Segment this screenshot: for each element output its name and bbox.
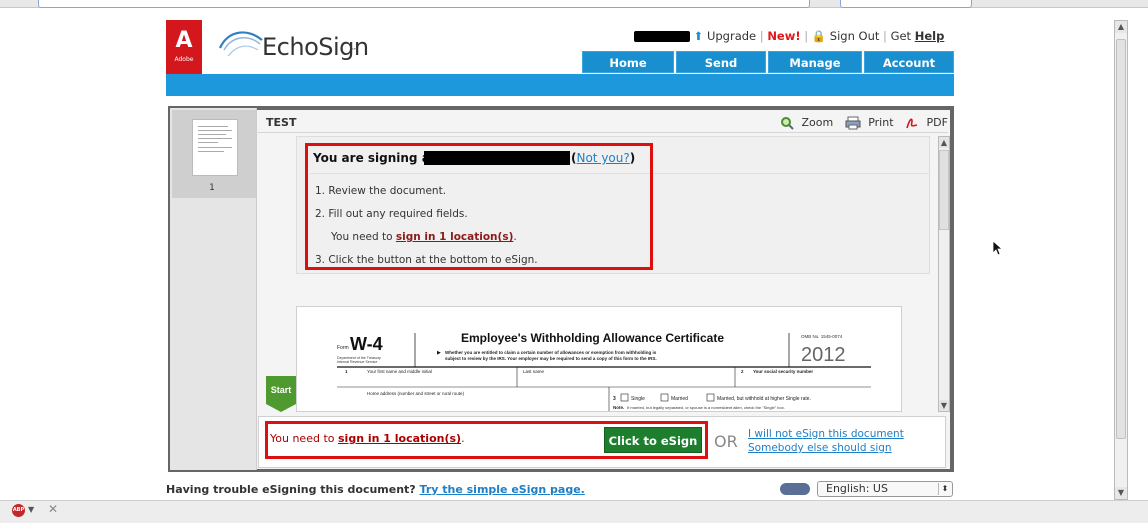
start-tag-label: Start <box>271 385 292 395</box>
zoom-icon[interactable] <box>780 116 794 130</box>
scroll-down-icon[interactable]: ▼ <box>1115 487 1127 499</box>
translate-icon <box>780 483 810 495</box>
w4-married: Married <box>671 396 688 402</box>
w4-form-render: Form W-4 Department of the Treasury Inte… <box>337 331 871 411</box>
w4-omb: OMB No. 1545-0074 <box>801 334 843 339</box>
scroll-up-icon[interactable]: ▲ <box>1115 21 1127 33</box>
start-tag[interactable]: Start <box>266 376 296 412</box>
pdf-icon[interactable] <box>905 116 919 130</box>
trademark-mark: ™ <box>351 47 358 55</box>
simple-esign-link[interactable]: Try the simple eSign page. <box>420 483 585 496</box>
document-scrollbar-thumb[interactable] <box>939 150 949 230</box>
viewer-toolbar: Zoom Print PDF <box>780 116 948 130</box>
svg-text:▶: ▶ <box>437 350 441 356</box>
lock-icon: 🔒 <box>811 29 827 43</box>
doc-scroll-up-icon[interactable]: ▲ <box>939 137 949 148</box>
esign-highlight-box <box>265 421 708 459</box>
nav-tab-send[interactable]: Send <box>676 51 766 73</box>
nav-tab-manage[interactable]: Manage <box>768 51 862 73</box>
w4-line2: subject to review by the IRS. Your emplo… <box>445 356 657 361</box>
adblock-dropdown-icon[interactable]: ▼ <box>28 505 34 514</box>
w4-year: 2012 <box>801 344 846 366</box>
upgrade-arrow-icon: ⬆ <box>693 29 704 43</box>
nav-tab-home[interactable]: Home <box>582 51 674 73</box>
document-scrollbar[interactable]: ▲ ▼ <box>938 136 950 412</box>
new-link[interactable]: New! <box>767 29 800 43</box>
w4-form-code: W-4 <box>350 334 383 354</box>
or-separator: OR <box>714 432 738 451</box>
delegate-signer-link[interactable]: Somebody else should sign <box>748 441 904 455</box>
redacted-username <box>634 31 690 42</box>
echosign-swoosh-icon <box>218 31 263 57</box>
w4-title: Employee's Withholding Allowance Certifi… <box>461 331 724 345</box>
w4-married-higher: Married, but withhold at higher Single r… <box>717 396 811 402</box>
sign-out-link[interactable]: Sign Out <box>830 29 880 43</box>
pdf-button[interactable]: PDF <box>927 116 948 129</box>
print-button[interactable]: Print <box>868 116 893 129</box>
mouse-cursor-icon <box>992 240 1004 256</box>
close-icon[interactable]: ✕ <box>48 502 58 516</box>
page-scrollbar[interactable]: ▲ ▼ <box>1114 20 1128 500</box>
adblock-icon[interactable]: ABP <box>12 504 25 517</box>
w4-form-label: Form <box>337 345 349 351</box>
print-icon[interactable] <box>845 116 861 130</box>
select-caret-icon: ⬍ <box>938 483 951 495</box>
thumbnail-page-number: 1 <box>209 183 215 193</box>
w4-field1: Your first name and middle initial <box>367 369 432 374</box>
address-bar[interactable] <box>38 0 810 8</box>
w4-last-name: Last name <box>523 369 545 374</box>
toolbar-divider <box>256 132 948 133</box>
w4-irs: Internal Revenue Service <box>337 360 377 364</box>
adobe-logo[interactable]: A Adobe <box>166 20 202 75</box>
doc-scroll-down-icon[interactable]: ▼ <box>939 400 949 411</box>
w4-home-address: Home address (number and street or rural… <box>367 391 465 396</box>
header-blue-bar <box>166 74 954 96</box>
w4-note: If married, but legally separated, or sp… <box>627 405 785 410</box>
get-label: Get <box>890 29 912 43</box>
decline-esign-link[interactable]: I will not eSign this document <box>748 427 904 441</box>
w4-line1: Whether you are entitled to claim a cert… <box>445 350 657 355</box>
document-page[interactable]: Form W-4 Department of the Treasury Inte… <box>296 306 902 412</box>
w4-field3-num: 3 <box>613 396 616 402</box>
help-link[interactable]: Help <box>915 29 945 43</box>
w4-field2: Your social security number <box>753 369 813 374</box>
nav-tab-account[interactable]: Account <box>864 51 954 73</box>
browser-status-bar <box>0 500 1148 523</box>
top-links: ⬆ Upgrade | New! | 🔒 Sign Out | Get Help <box>634 29 944 43</box>
browser-search-field[interactable] <box>840 0 972 8</box>
alternate-actions: I will not eSign this document Somebody … <box>748 427 904 455</box>
w4-note-label: Note. <box>613 405 624 410</box>
instructions-highlight-box <box>305 143 653 270</box>
w4-field2-num: 2 <box>741 369 744 374</box>
language-select[interactable]: English: US ⬍ <box>817 481 953 497</box>
w4-field1-num: 1 <box>345 369 348 374</box>
page-thumbnail[interactable] <box>192 119 238 176</box>
w4-single: Single <box>631 396 645 402</box>
browser-toolbar <box>0 0 1148 8</box>
document-title: TEST <box>266 116 297 129</box>
upgrade-link[interactable]: Upgrade <box>707 29 756 43</box>
page-scrollbar-thumb[interactable] <box>1116 39 1126 439</box>
trouble-text: Having trouble eSigning this document? T… <box>166 483 585 496</box>
zoom-button[interactable]: Zoom <box>802 116 834 129</box>
